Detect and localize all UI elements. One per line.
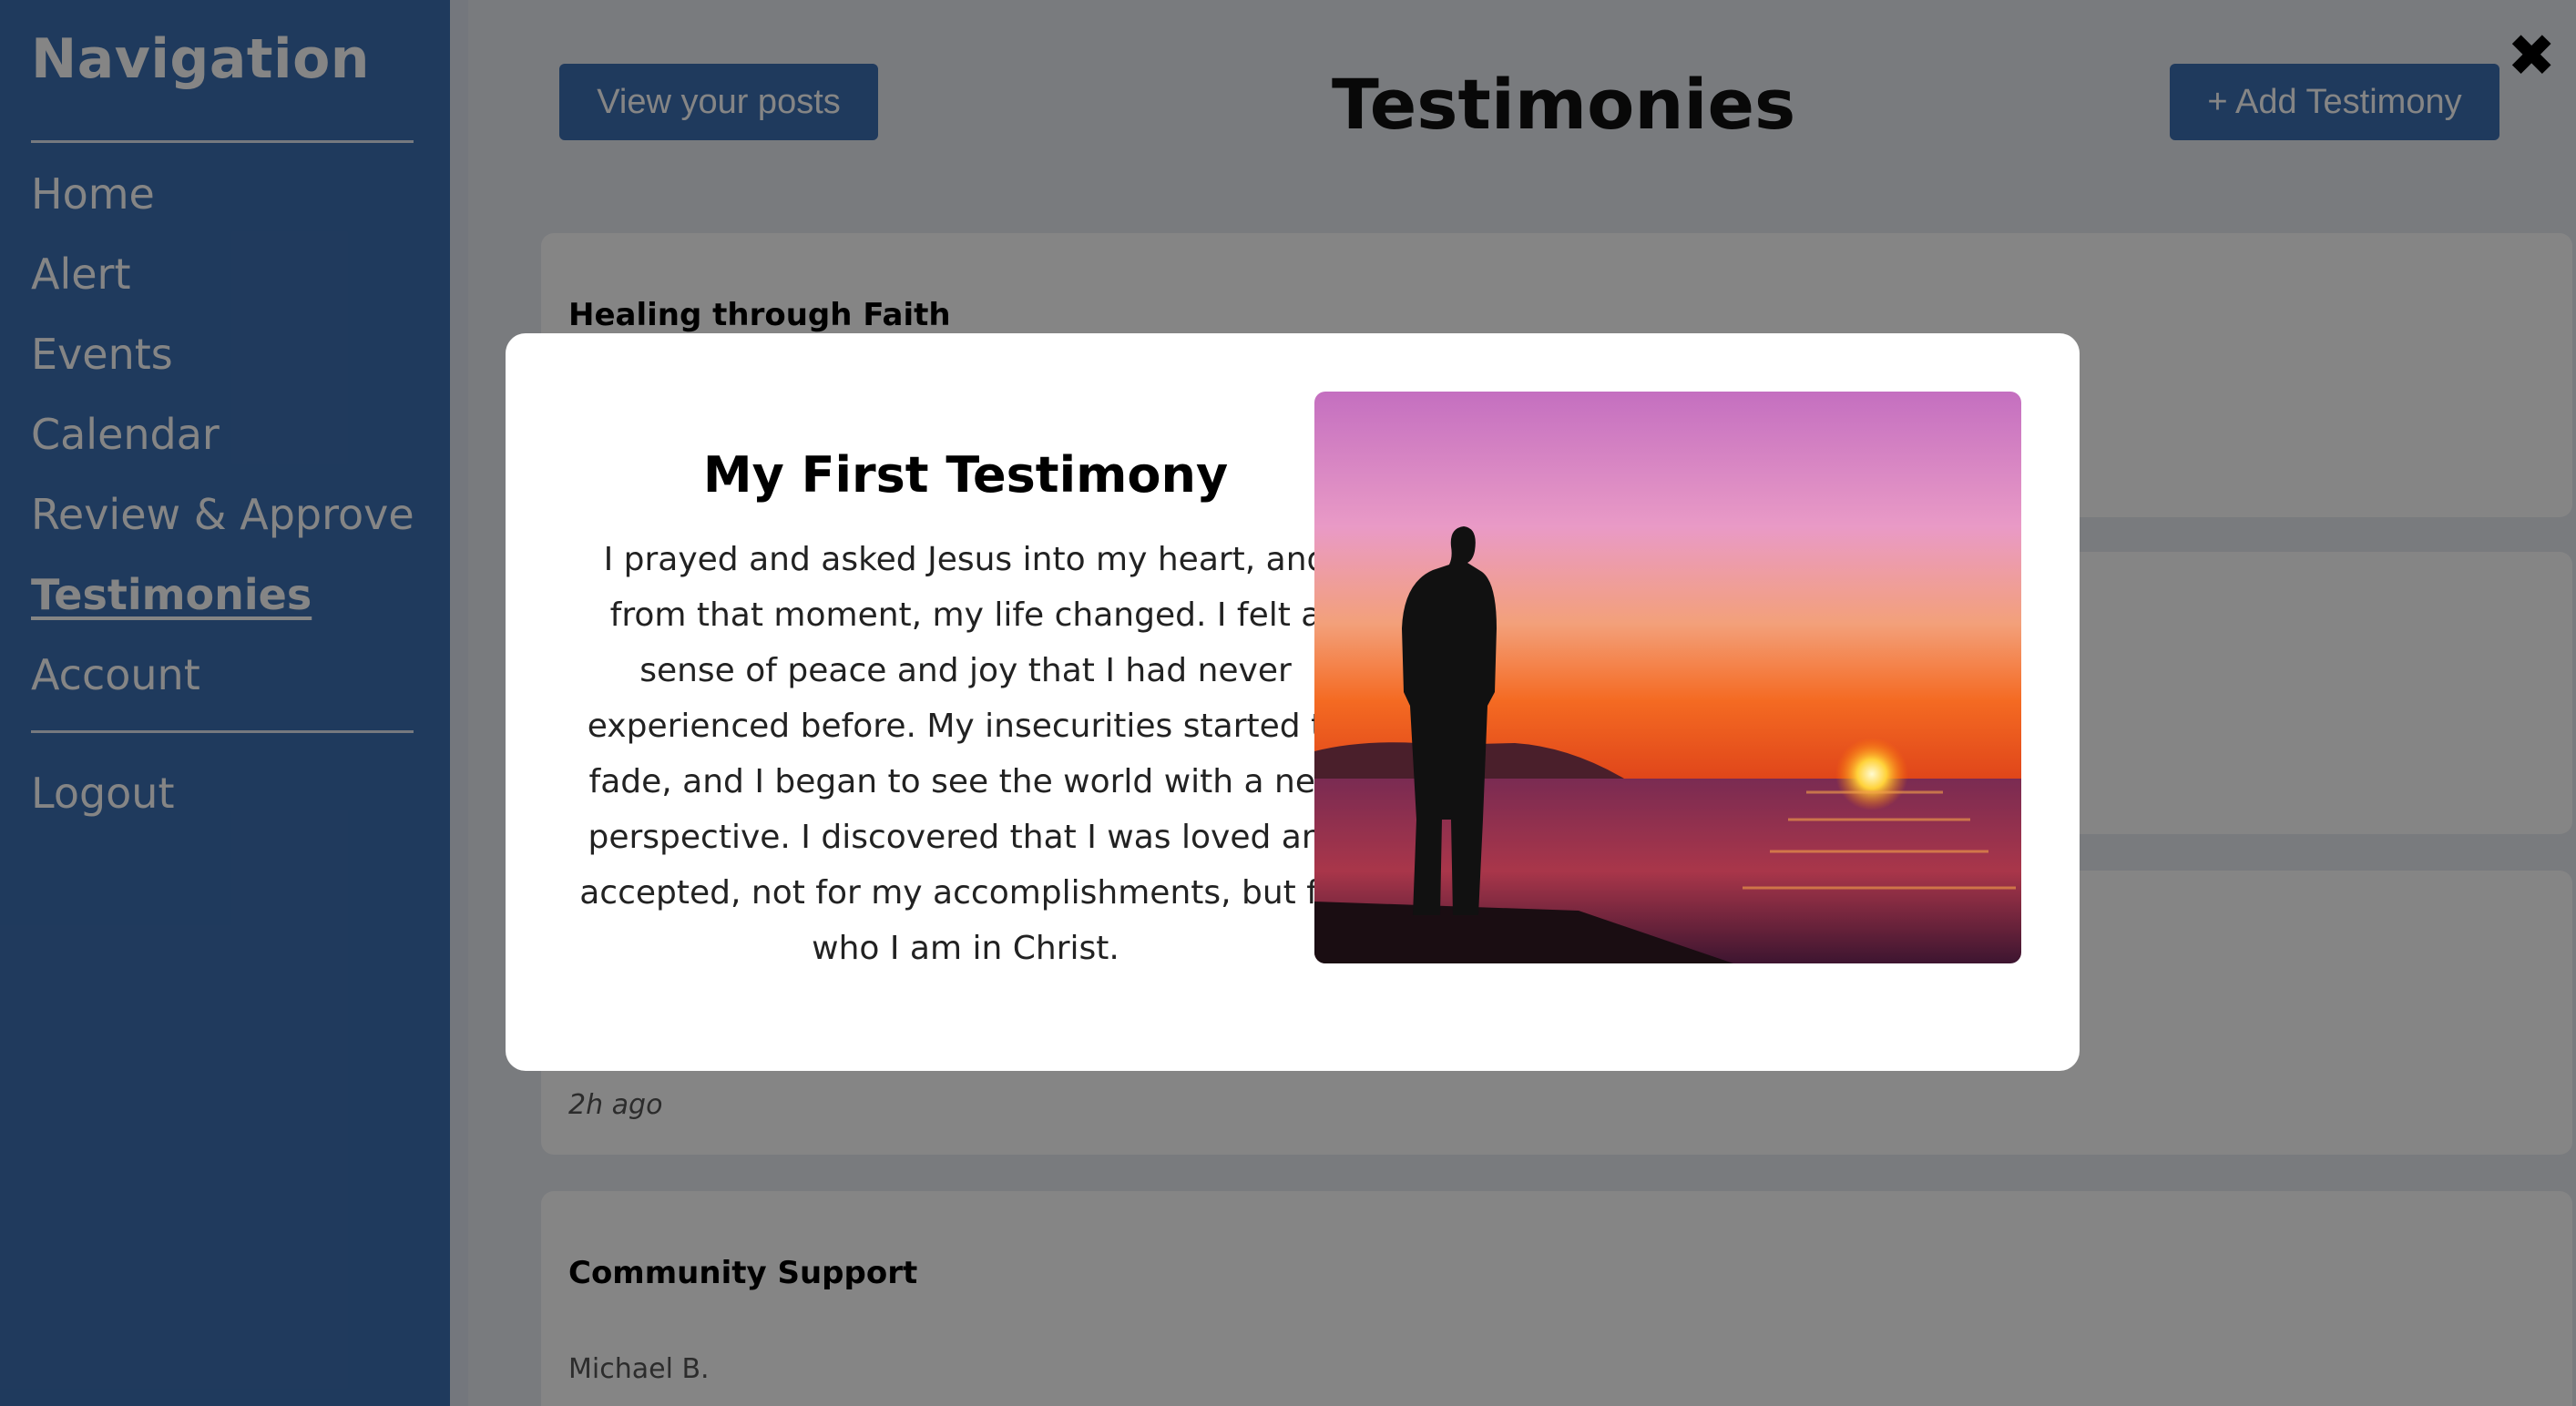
- modal-title: My First Testimony: [702, 446, 1229, 504]
- testimony-modal: My First Testimony I prayed and asked Je…: [506, 333, 2080, 1071]
- modal-body-text: I prayed and asked Jesus into my heart, …: [579, 541, 1352, 967]
- sunset-silhouette-image: [1314, 392, 2021, 963]
- testimony-image: [1314, 392, 2021, 963]
